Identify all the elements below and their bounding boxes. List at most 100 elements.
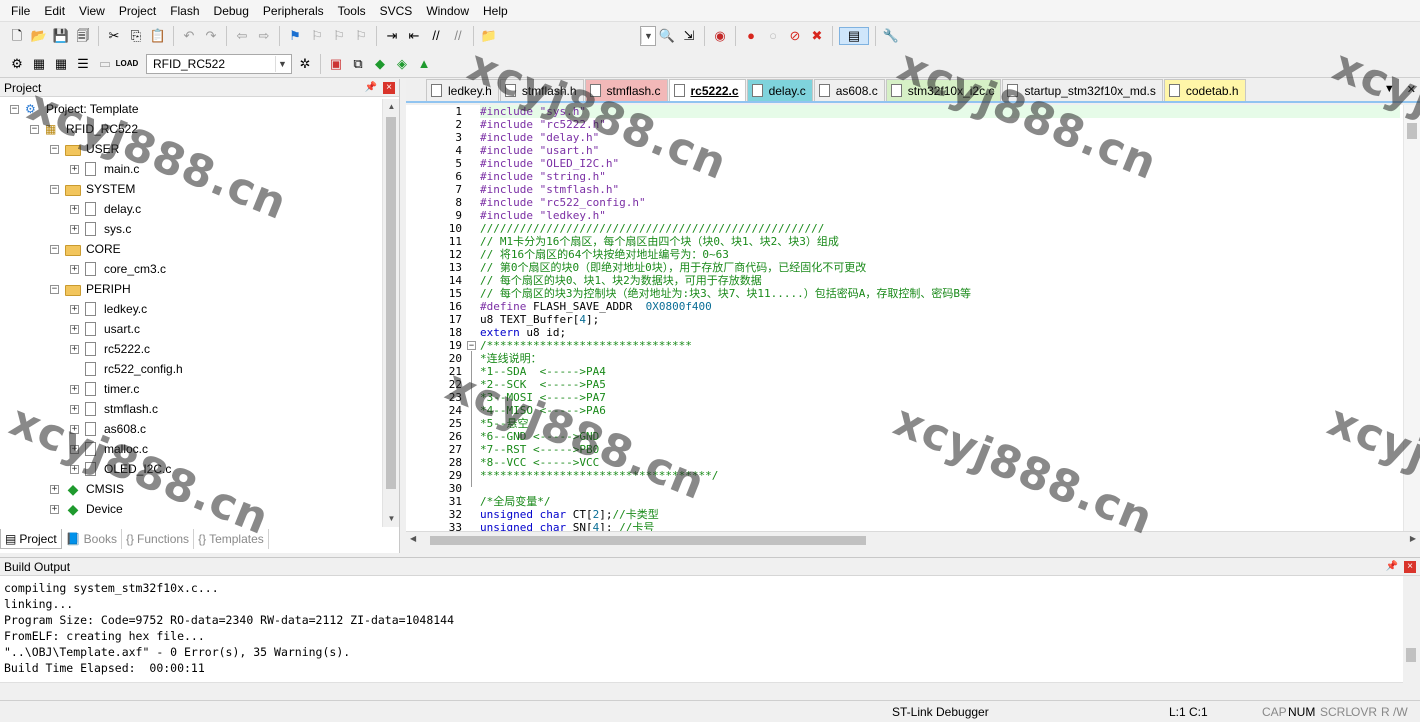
code-line[interactable]: // 将16个扇区的64个块按绝对地址编号为：0~63 [480,248,1400,261]
bookmark-clear-icon[interactable]: ⚐ [352,27,370,45]
editor-tab[interactable]: codetab.h [1163,79,1246,101]
undo-icon[interactable]: ↶ [180,27,198,45]
tree-node-group[interactable]: − CORE [50,239,121,259]
code-line[interactable]: *5--悬空 [480,417,1400,430]
tree-node-target[interactable]: − ▦ RFID_RC522 [30,119,138,139]
code-line[interactable]: /******************************* [480,339,1400,352]
code-area[interactable]: #include "sys.h" #include "rc5222.h" #incl… [480,105,1400,532]
cut-icon[interactable]: ✂ [105,27,123,45]
uncomment-icon[interactable]: // [449,27,467,45]
project-tree-scrollbar[interactable]: ▲ ▼ [382,99,399,527]
tree-node-component[interactable]: + ◆ Device [50,499,123,519]
indent-icon[interactable]: ⇥ [383,27,401,45]
code-line[interactable]: #include "sys.h" [480,105,1400,118]
paste-icon[interactable]: 📋 [149,27,167,45]
expand-icon[interactable]: + [70,384,79,394]
find-combo[interactable]: ▼ [640,26,656,46]
code-line[interactable]: #include "string.h" [480,170,1400,183]
code-line[interactable]: *连线说明： [480,352,1400,365]
editor-horizontal-scrollbar[interactable]: ◀ ▶ [406,531,1420,548]
editor-tab[interactable]: startup_stm32f10x_md.s [1002,79,1163,101]
code-line[interactable]: *2--SCK <----->PA5 [480,378,1400,391]
new-file-icon[interactable]: 🗋 [8,27,26,45]
tree-node-group[interactable]: − SYSTEM [50,179,135,199]
translate-icon[interactable]: ⚙ [8,55,26,73]
menu-file[interactable]: File [4,1,37,21]
scroll-thumb[interactable] [1406,648,1416,662]
tree-node-file[interactable]: + as608.c [70,419,146,439]
run-time-environment-icon[interactable]: ▲ [415,55,433,73]
tab-functions[interactable]: {} Functions [122,529,195,549]
code-line[interactable]: *1--SDA <----->PA4 [480,365,1400,378]
pin-icon[interactable]: 📌 [365,82,377,93]
expand-icon[interactable]: + [70,164,79,174]
expand-icon[interactable]: + [70,324,79,334]
code-line[interactable] [480,482,1400,495]
tab-list-icon[interactable]: ▼ [1384,83,1395,96]
collapse-icon[interactable]: − [50,144,59,154]
expand-icon[interactable]: + [70,224,79,234]
scroll-left-icon[interactable]: ◀ [410,534,416,543]
expand-icon[interactable]: + [70,464,79,474]
code-line[interactable]: ***********************************/ [480,469,1400,482]
menu-svcs[interactable]: SVCS [373,1,420,21]
download-icon[interactable]: LOAD [116,55,139,73]
editor-tab[interactable]: as608.c [813,79,885,101]
expand-icon[interactable]: + [50,484,59,494]
scroll-right-icon[interactable]: ▶ [1410,534,1416,543]
code-line[interactable]: *4--MISO <----->PA6 [480,404,1400,417]
build-output-text[interactable]: compiling system_stm32f10x.c... linking..… [4,580,1394,676]
code-line[interactable]: #define FLASH_SAVE_ADDR 0X0800f400 [480,300,1400,313]
menu-view[interactable]: View [72,1,112,21]
breakpoint-disable-icon[interactable]: ○ [764,27,782,45]
code-line[interactable]: *7--RST <----->PB0 [480,443,1400,456]
expand-icon[interactable]: + [70,264,79,274]
tree-node-file[interactable]: + sys.c [70,219,131,239]
bookmark-next-icon[interactable]: ⚐ [330,27,348,45]
tab-project[interactable]: ▤ Project [0,529,62,549]
menu-tools[interactable]: Tools [331,1,373,21]
code-line[interactable]: #include "ledkey.h" [480,209,1400,222]
expand-icon[interactable]: + [70,204,79,214]
collapse-icon[interactable]: − [50,284,59,294]
menu-peripherals[interactable]: Peripherals [256,1,331,21]
code-line[interactable]: #include "rc5222.h" [480,118,1400,131]
collapse-icon[interactable]: − [50,244,59,254]
tree-node-file[interactable]: + main.c [70,159,139,179]
pin-icon[interactable]: 📌 [1386,561,1398,572]
code-line[interactable]: // M1卡分为16个扇区，每个扇区由四个块（块0、块1、块2、块3）组成 [480,235,1400,248]
rebuild-icon[interactable]: ▦ [52,55,70,73]
code-line[interactable]: ////////////////////////////////////////… [480,222,1400,235]
breakpoint-icon[interactable]: ● [742,27,760,45]
code-line[interactable]: #include "delay.h" [480,131,1400,144]
editor-tab[interactable]: delay.c [746,79,813,101]
editor-tab[interactable]: rc5222.c [668,79,746,101]
code-line[interactable]: // 第0个扇区的块0（即绝对地址0块），用于存放厂商代码，已经固化不可更改 [480,261,1400,274]
tree-node-group[interactable]: − PERIPH [50,279,131,299]
expand-icon[interactable]: + [70,304,79,314]
close-icon[interactable]: × [383,81,395,94]
expand-icon[interactable]: + [70,404,79,414]
menu-flash[interactable]: Flash [163,1,206,21]
collapse-icon[interactable]: − [30,124,39,134]
menu-window[interactable]: Window [419,1,476,21]
target-select[interactable]: RFID_RC522 ▼ [146,53,292,74]
editor-tab[interactable]: stmflash.h [499,79,584,101]
breakpoint-disable-all-icon[interactable]: ⊘ [786,27,804,45]
menu-edit[interactable]: Edit [37,1,72,21]
open-folder-icon[interactable]: 📂 [30,27,48,45]
manage-components-icon[interactable]: ▣ [327,55,345,73]
expand-icon[interactable]: + [70,444,79,454]
scroll-up-icon[interactable]: ▲ [383,99,400,115]
build-output-horizontal-scrollbar[interactable] [0,682,1403,699]
code-line[interactable]: *8--VCC <----->VCC [480,456,1400,469]
editor-tab[interactable]: stmflash.c [584,79,668,101]
find-icon[interactable]: 🔍 [658,27,676,45]
code-line[interactable]: #include "rc522_config.h" [480,196,1400,209]
scroll-thumb[interactable] [430,536,866,545]
code-line[interactable]: // 每个扇区的块0、块1、块2为数据块，可用于存放数据 [480,274,1400,287]
scroll-thumb[interactable] [1407,123,1417,139]
editor-vertical-scrollbar[interactable] [1403,105,1420,532]
expand-icon[interactable]: + [70,424,79,434]
redo-icon[interactable]: ↷ [202,27,220,45]
